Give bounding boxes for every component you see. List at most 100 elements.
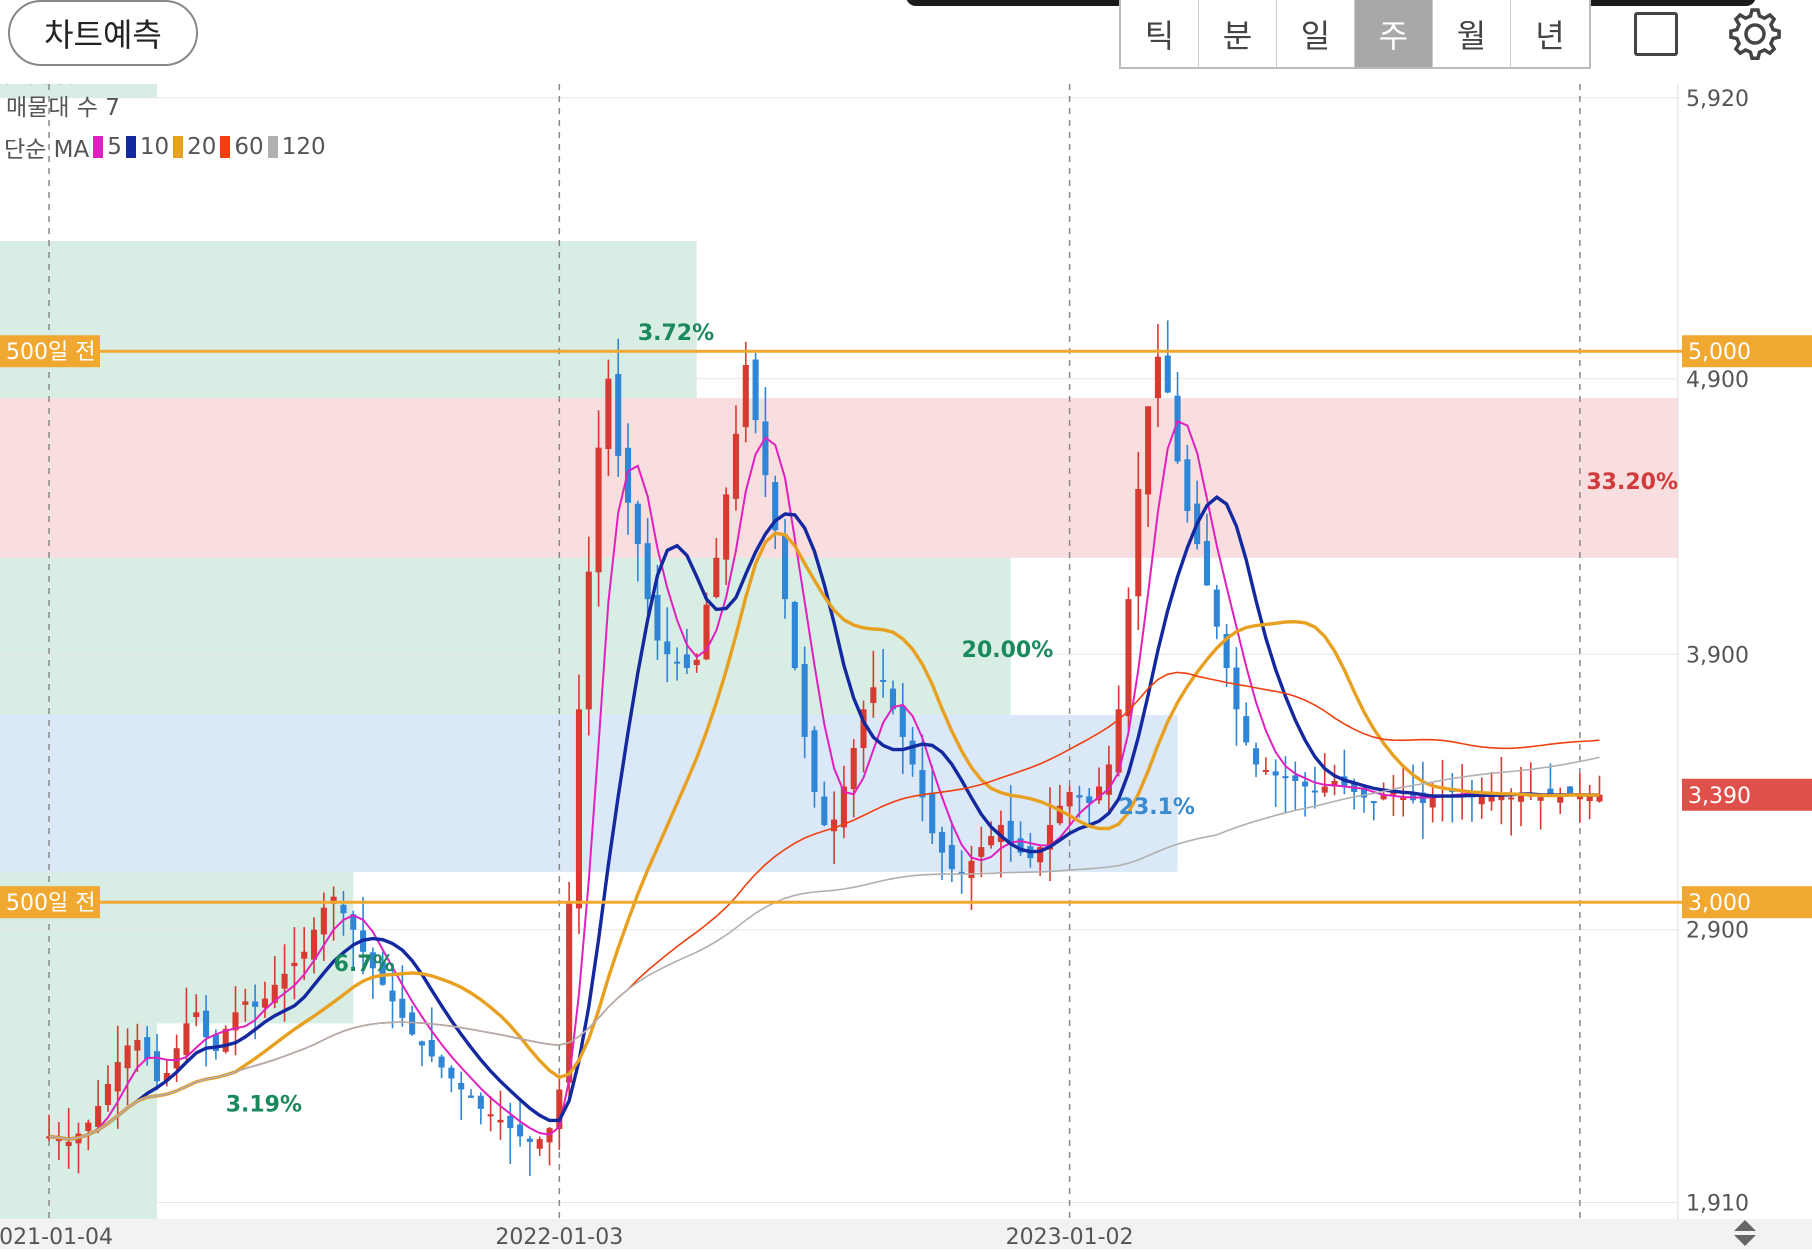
period-tab-1[interactable]: 분 [1199,0,1277,67]
candle-body-8 [124,1045,131,1069]
candle-body-69 [723,494,730,560]
ma-swatch-5 [93,136,104,158]
candle-body-43 [467,1095,475,1098]
candle-body-30 [340,904,347,914]
candle-body-62 [654,595,661,641]
period-tab-5[interactable]: 년 [1511,0,1589,67]
gear-icon[interactable] [1725,4,1785,64]
zone-percent-4: 6.7% [334,952,395,977]
candle-body-2 [65,1141,72,1147]
candle-body-149 [1508,797,1515,800]
candle-body-26 [301,951,308,959]
candle-body-24 [281,973,288,989]
candle-body-129 [1311,790,1318,793]
candle-body-90 [929,792,936,834]
candle-body-58 [615,374,622,456]
candlestick-chart[interactable]: 500일 전 5,000 500일 전 3,000 3.72% 33.20% 20.00% 2… [0,84,1812,1249]
period-tab-0[interactable]: 틱 [1121,0,1199,67]
candle-body-28 [320,907,327,935]
ma-swatch-120 [267,136,278,158]
zone-percent-0: 3.72% [638,321,714,346]
candle-body-50 [536,1139,543,1149]
period-tabs: 틱분일주월년 [1119,0,1591,69]
candle-body-104 [1066,791,1073,807]
candle-body-6 [104,1084,111,1106]
candle-body-78 [811,730,818,792]
candle-body-48 [517,1124,524,1137]
candle-body-71 [742,364,749,428]
reference-label-1: 500일 전 [6,891,95,916]
candle-body-13 [173,1048,180,1069]
candle-body-118 [1203,541,1211,586]
y-tick-label-3: 2,900 [1686,919,1749,944]
candle-body-36 [399,998,406,1018]
candle-body-87 [899,705,906,737]
candle-body-35 [389,990,396,1002]
candle-body-10 [144,1037,151,1060]
volume-profile-label: 매물대 수 7 [6,95,120,121]
candle-body-5 [95,1106,102,1127]
fullscreen-square-icon[interactable] [1634,12,1678,56]
candle-body-105 [1076,795,1083,798]
y-tick-label-2: 3,900 [1686,643,1749,668]
y-tick-label-0: 5,920 [1686,87,1749,112]
candle-body-46 [497,1119,504,1123]
candle-body-76 [791,601,798,669]
reference-value-1: 3,000 [1688,891,1751,916]
candle-body-126 [1282,776,1289,779]
candle-body-91 [938,831,946,853]
volume-zone-1 [0,398,1678,558]
period-tab-4[interactable]: 월 [1433,0,1511,67]
candle-body-42 [458,1082,465,1090]
volume-zone-0 [0,241,697,399]
candle-body-122 [1243,716,1250,743]
candle-body-96 [988,836,995,846]
volume-zone-5 [0,1023,158,1219]
x-tick-label-0: 2021-01-04 [0,1225,113,1249]
candle-body-47 [507,1115,514,1129]
x-axis-band [0,1219,1812,1249]
candle-body-119 [1213,589,1220,627]
chart-predict-button[interactable]: 차트예측 [8,0,198,66]
reference-label-0: 500일 전 [6,340,95,365]
candle-body-21 [252,1001,259,1007]
ma-period-10: 10 [139,134,170,160]
candle-body-9 [134,1039,141,1051]
candle-body-89 [919,770,926,798]
candle-body-123 [1253,748,1260,765]
candle-body-116 [1184,459,1191,512]
x-tick-label-1: 2022-01-03 [495,1225,623,1249]
candle-body-16 [203,1010,210,1038]
candle-body-56 [595,447,602,573]
candle-body-61 [644,543,651,600]
candle-body-20 [242,1001,249,1005]
scroll-updown-icon[interactable] [1730,1218,1760,1248]
candle-body-127 [1292,775,1299,781]
candle-body-14 [183,1023,190,1056]
candle-body-44 [477,1095,484,1109]
period-tab-2[interactable]: 일 [1277,0,1355,67]
zone-percent-5: 3.19% [226,1093,302,1118]
period-tab-3[interactable]: 주 [1355,0,1433,67]
candle-body-40 [438,1056,445,1068]
candle-body-25 [291,962,298,967]
candle-body-130 [1321,786,1328,793]
y-tick-label-1: 4,900 [1686,368,1749,393]
candle-body-124 [1262,769,1269,772]
candle-body-75 [781,534,789,600]
candle-body-11 [153,1051,161,1082]
current-price-label: 3,390 [1688,784,1751,809]
candle-body-72 [752,359,759,421]
candle-body-68 [713,557,720,598]
candle-body-7 [114,1061,121,1092]
zone-percent-3: 23.1% [1119,795,1195,820]
ma-legend-label: 단순 MA [4,137,90,163]
candle-body-41 [448,1067,455,1079]
ma-swatch-60 [220,136,231,158]
zone-percent-2: 20.00% [962,638,1054,663]
ma-period-120: 120 [281,134,326,160]
candle-body-82 [850,747,857,790]
candle-body-55 [585,571,592,710]
candle-body-64 [674,661,681,664]
candle-body-70 [732,433,740,499]
